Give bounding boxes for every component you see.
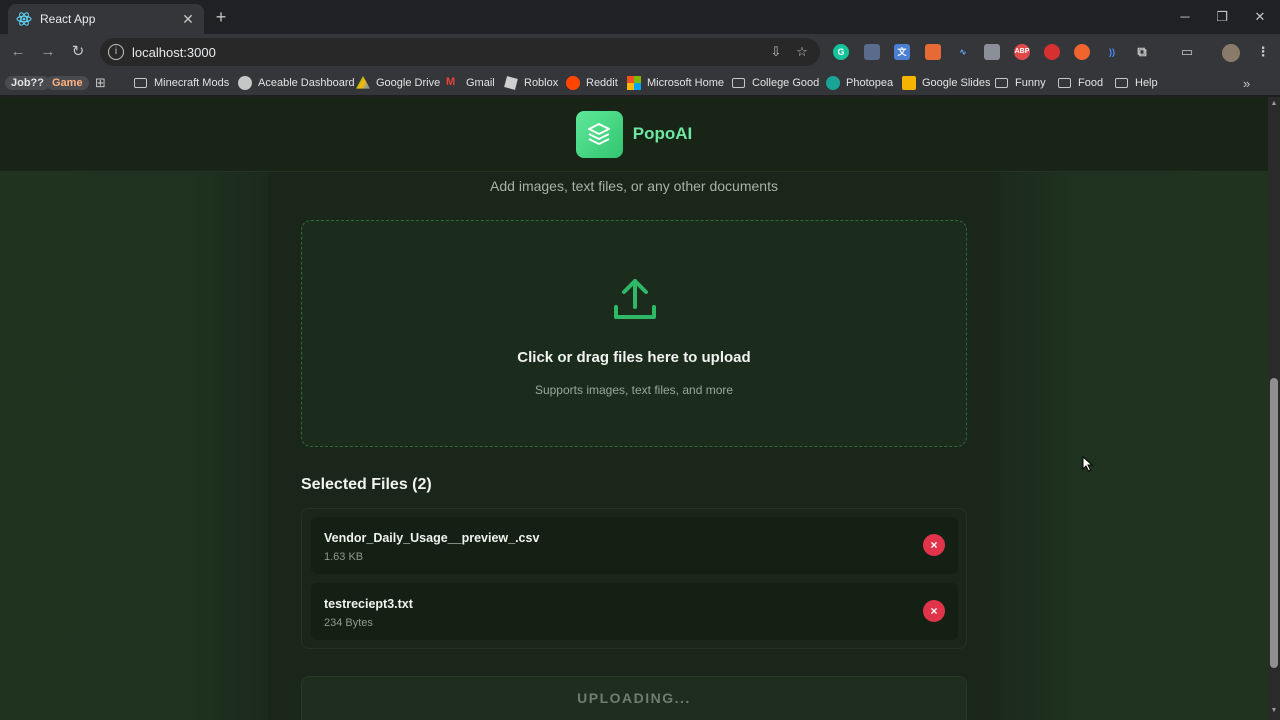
extensions-puzzle-icon[interactable]: ⧉ — [1134, 44, 1150, 60]
bookmark-google-slides[interactable]: Google Slides — [902, 75, 991, 91]
photopea-icon — [826, 76, 840, 90]
extension-orange-icon[interactable] — [925, 44, 941, 60]
google-drive-icon — [356, 76, 370, 89]
file-list: Vendor_Daily_Usage__preview_.csv 1.63 KB… — [301, 508, 967, 649]
upload-subtitle: Add images, text files, or any other doc… — [490, 178, 778, 194]
extension-window-icon[interactable] — [864, 44, 880, 60]
tab-title: React App — [40, 12, 96, 26]
bookmark-reddit[interactable]: Reddit — [566, 75, 618, 91]
bookmark-help[interactable]: Help — [1115, 75, 1158, 91]
bookmark-microsoft-home[interactable]: Microsoft Home — [627, 75, 724, 91]
extension-wave-icon[interactable]: ∿ — [955, 44, 971, 60]
layers-icon — [588, 123, 611, 145]
folder-icon — [732, 78, 745, 88]
page-scrollbar[interactable]: ▲ ▼ — [1268, 97, 1280, 720]
bookmark-job[interactable]: Job?? — [5, 75, 50, 91]
brand-name: PopoAI — [632, 124, 693, 143]
file-dropzone[interactable]: Click or drag files here to upload Suppo… — [301, 220, 967, 447]
page-viewport: PopoAI Add images, text files, or any ot… — [0, 97, 1268, 720]
selected-files-heading: Selected Files (2) — [301, 476, 432, 493]
bookmark-aceable[interactable]: Aceable Dashboard — [238, 75, 355, 91]
aceable-icon — [238, 76, 252, 90]
profile-avatar[interactable] — [1222, 44, 1240, 62]
bookmark-minecraft-mods[interactable]: Minecraft Mods — [134, 75, 229, 91]
remove-file-button[interactable]: × — [923, 534, 945, 556]
bookmark-funny[interactable]: Funny — [995, 75, 1046, 91]
forward-icon[interactable]: → — [38, 42, 58, 62]
file-size: 1.63 KB — [324, 551, 364, 563]
back-icon[interactable]: ← — [8, 42, 28, 62]
folder-icon — [1115, 78, 1128, 88]
adblock-icon[interactable]: ABP — [1014, 44, 1030, 60]
shield-icon[interactable] — [984, 44, 1000, 60]
menu-kebab-icon[interactable]: ⋮ — [1255, 44, 1271, 60]
microsoft-icon — [627, 76, 641, 90]
file-item: Vendor_Daily_Usage__preview_.csv 1.63 KB… — [311, 517, 958, 574]
file-name: testreciept3.txt — [324, 597, 413, 611]
tab-react-app[interactable]: React App ✕ — [8, 4, 204, 34]
apps-grid-icon[interactable]: ⊞ — [95, 75, 106, 91]
file-name: Vendor_Daily_Usage__preview_.csv — [324, 531, 540, 545]
folder-icon — [1058, 78, 1071, 88]
scroll-down-icon[interactable]: ▼ — [1268, 707, 1280, 717]
reload-icon[interactable]: ↻ — [68, 42, 88, 62]
tab-close-icon[interactable]: ✕ — [180, 11, 196, 28]
new-tab-button[interactable]: + — [212, 6, 230, 28]
bookmark-photopea[interactable]: Photopea — [826, 75, 893, 91]
react-icon — [16, 12, 32, 26]
grammarly-icon[interactable]: G — [833, 44, 849, 60]
dropzone-subtitle: Supports images, text files, and more — [534, 383, 734, 397]
upload-icon — [614, 279, 656, 319]
browser-toolbar: ← → ↻ i localhost:3000 ⇩ ☆ G 文 ∿ ABP )) … — [0, 34, 1280, 70]
tab-strip: React App ✕ + ─ ❐ ✕ — [0, 0, 1280, 34]
extension-fire-icon[interactable] — [1074, 44, 1090, 60]
extension-red-icon[interactable] — [1044, 44, 1060, 60]
mouse-cursor-icon — [1082, 456, 1094, 472]
folder-icon — [995, 78, 1008, 88]
folder-icon — [134, 78, 147, 88]
file-size: 234 Bytes — [324, 617, 373, 629]
bookmark-gmail[interactable]: M Gmail — [446, 75, 495, 91]
minimize-icon[interactable]: ─ — [1170, 6, 1200, 28]
gmail-icon: M — [446, 76, 456, 88]
bookmark-college-good[interactable]: College Good — [732, 75, 819, 91]
file-item: testreciept3.txt 234 Bytes × — [311, 583, 958, 640]
dropzone-title: Click or drag files here to upload — [517, 349, 751, 366]
bookmark-food[interactable]: Food — [1058, 75, 1103, 91]
google-slides-icon — [902, 76, 916, 90]
upload-button[interactable]: UPLOADING... — [301, 676, 967, 720]
window-close-icon[interactable]: ✕ — [1245, 6, 1275, 28]
roblox-icon — [504, 76, 518, 90]
logo — [575, 110, 623, 158]
bookmark-star-icon[interactable]: ☆ — [794, 44, 810, 60]
install-app-icon[interactable]: ⇩ — [768, 44, 784, 60]
scrollbar-thumb[interactable] — [1270, 378, 1278, 668]
more-bookmarks-icon[interactable]: » — [1243, 75, 1250, 91]
restore-icon[interactable]: ❐ — [1207, 6, 1237, 28]
address-bar[interactable]: i localhost:3000 ⇩ ☆ — [100, 38, 820, 66]
translate-icon[interactable]: 文 — [894, 44, 910, 60]
site-info-icon[interactable]: i — [108, 44, 124, 60]
extension-signal-icon[interactable]: )) — [1104, 44, 1120, 60]
scroll-up-icon[interactable]: ▲ — [1268, 100, 1280, 110]
app-header: PopoAI — [0, 97, 1268, 172]
remove-file-button[interactable]: × — [923, 600, 945, 622]
sidepanel-icon[interactable]: ▭ — [1179, 44, 1195, 60]
bookmark-google-drive[interactable]: Google Drive — [356, 75, 440, 91]
url-text[interactable]: localhost:3000 — [132, 45, 768, 60]
reddit-icon — [566, 76, 580, 90]
bookmark-roblox[interactable]: Roblox — [504, 75, 558, 91]
bookmark-game[interactable]: Game — [46, 75, 89, 91]
bookmarks-bar: Job?? Game ⊞ Minecraft Mods Aceable Dash… — [0, 70, 1280, 96]
